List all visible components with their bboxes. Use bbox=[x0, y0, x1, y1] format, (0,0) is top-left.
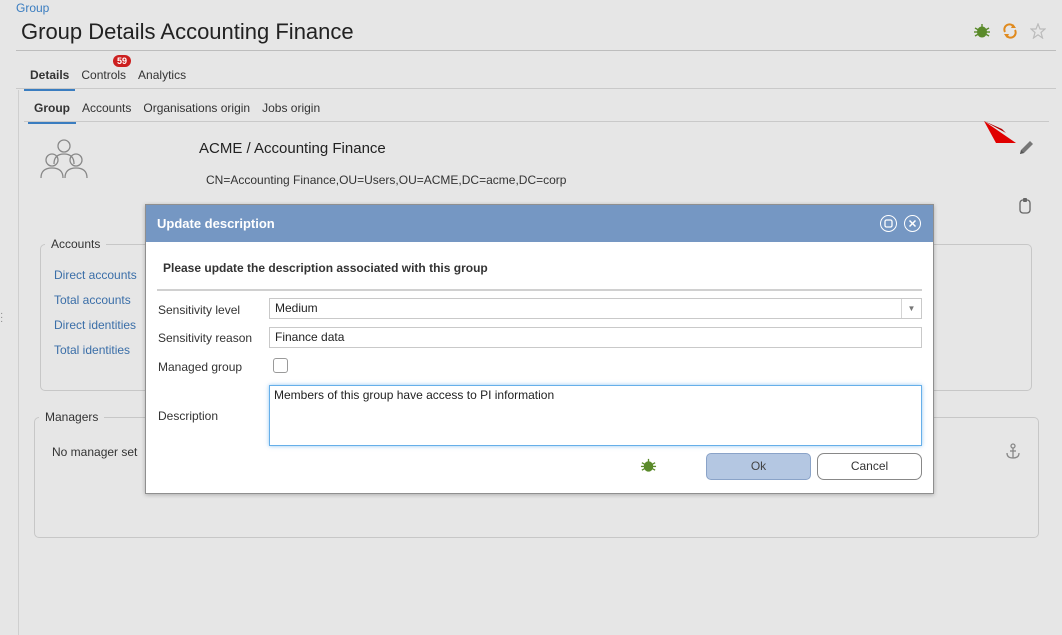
subtab-organisations-origin-label: Organisations origin bbox=[143, 101, 251, 115]
maximize-icon[interactable] bbox=[880, 215, 897, 232]
accounts-legend: Accounts bbox=[51, 237, 101, 251]
sync-icon[interactable] bbox=[1000, 22, 1020, 40]
sensitivity-level-value: Medium bbox=[275, 301, 318, 315]
subtab-jobs-origin-label: Jobs origin bbox=[262, 101, 321, 115]
dialog-prompt: Please update the description associated… bbox=[163, 261, 488, 275]
tab-analytics-label: Analytics bbox=[138, 68, 187, 82]
dialog-title: Update description bbox=[157, 216, 275, 231]
direct-identities-link[interactable]: Direct identities bbox=[54, 318, 136, 332]
sensitivity-reason-input[interactable]: Finance data bbox=[269, 327, 922, 348]
bug-icon[interactable] bbox=[972, 22, 992, 40]
breadcrumb[interactable]: Group bbox=[16, 1, 49, 15]
controls-count-badge: 59 bbox=[113, 55, 132, 67]
total-identities-link[interactable]: Total identities bbox=[54, 343, 130, 357]
anchor-icon[interactable] bbox=[1004, 442, 1022, 460]
edit-pencil-icon[interactable] bbox=[1016, 138, 1036, 158]
main-tabs: Details Controls 59 Analytics bbox=[24, 55, 192, 91]
group-distinguished-name: CN=Accounting Finance,OU=Users,OU=ACME,D… bbox=[206, 173, 567, 187]
sensitivity-reason-label: Sensitivity reason bbox=[158, 331, 253, 345]
description-label: Description bbox=[158, 409, 219, 423]
star-icon[interactable] bbox=[1028, 22, 1048, 40]
sensitivity-level-label: Sensitivity level bbox=[158, 303, 241, 317]
chevron-down-icon[interactable]: ▼ bbox=[901, 299, 921, 318]
tab-details-label: Details bbox=[30, 68, 70, 82]
ok-button[interactable]: Ok bbox=[706, 453, 811, 480]
update-description-dialog: Update description Please update the des… bbox=[145, 204, 934, 494]
group-icon bbox=[38, 138, 90, 182]
managed-group-label: Managed group bbox=[158, 360, 243, 374]
tab-analytics[interactable]: Analytics bbox=[132, 64, 192, 91]
close-icon[interactable] bbox=[904, 215, 921, 232]
header-actions bbox=[972, 22, 1048, 40]
tabs-divider bbox=[16, 88, 1056, 89]
annotation-arrow-icon bbox=[982, 117, 1018, 147]
tab-controls[interactable]: Controls 59 bbox=[75, 55, 132, 91]
tab-controls-label: Controls bbox=[81, 68, 127, 82]
no-manager-text: No manager set bbox=[52, 445, 138, 459]
group-name: ACME / Accounting Finance bbox=[199, 140, 386, 157]
tab-details[interactable]: Details bbox=[24, 64, 76, 91]
description-textarea[interactable]: Members of this group have access to PI … bbox=[269, 385, 922, 446]
managed-group-checkbox[interactable] bbox=[273, 358, 288, 373]
page-title: Group Details Accounting Finance bbox=[21, 19, 354, 44]
managers-legend: Managers bbox=[45, 410, 99, 424]
title-divider bbox=[16, 50, 1056, 51]
resize-handle[interactable]: · · · bbox=[0, 309, 3, 327]
cancel-button[interactable]: Cancel bbox=[817, 453, 922, 480]
bug-icon[interactable] bbox=[640, 457, 657, 474]
subtab-group-label: Group bbox=[34, 101, 70, 115]
direct-accounts-link[interactable]: Direct accounts bbox=[54, 268, 137, 282]
sensitivity-level-select[interactable]: Medium ▼ bbox=[269, 298, 922, 319]
subtab-accounts-label: Accounts bbox=[82, 101, 132, 115]
clipboard-icon[interactable] bbox=[1018, 197, 1032, 215]
dialog-divider bbox=[157, 289, 922, 291]
dialog-header: Update description bbox=[146, 205, 933, 242]
subtabs-divider bbox=[24, 121, 1049, 122]
total-accounts-link[interactable]: Total accounts bbox=[54, 293, 131, 307]
